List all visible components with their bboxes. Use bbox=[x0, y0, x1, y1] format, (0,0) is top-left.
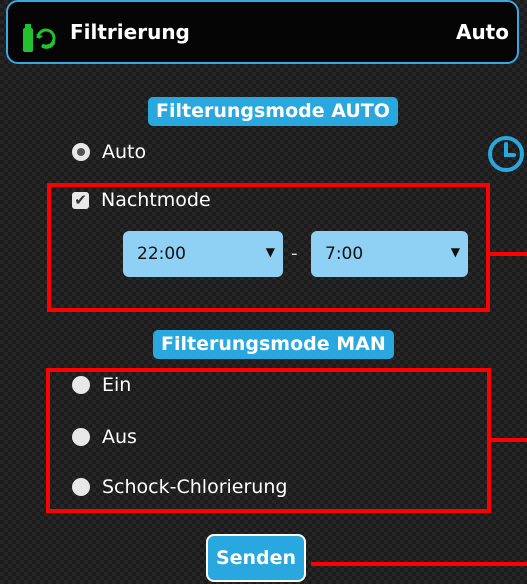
annotation-box-auto-options bbox=[47, 183, 490, 312]
section-title-man: Filterungsmode MAN bbox=[153, 330, 394, 359]
annotation-line bbox=[490, 252, 527, 256]
radio-label-auto: Auto bbox=[102, 141, 147, 163]
send-button[interactable]: Senden bbox=[206, 534, 306, 582]
annotation-line bbox=[311, 562, 527, 566]
clock-icon[interactable] bbox=[485, 133, 527, 175]
page-title: Filtrierung bbox=[70, 20, 190, 44]
annotation-box-man-options bbox=[46, 368, 491, 513]
header-bar: Filtrierung Auto bbox=[6, 0, 519, 64]
section-title-auto: Filterungsmode AUTO bbox=[148, 97, 398, 126]
annotation-line bbox=[491, 438, 527, 442]
filter-pump-refresh-icon bbox=[23, 24, 56, 52]
radio-auto[interactable]: Auto bbox=[72, 139, 146, 165]
radio-button-auto[interactable] bbox=[72, 143, 90, 161]
mode-status: Auto bbox=[455, 20, 509, 44]
